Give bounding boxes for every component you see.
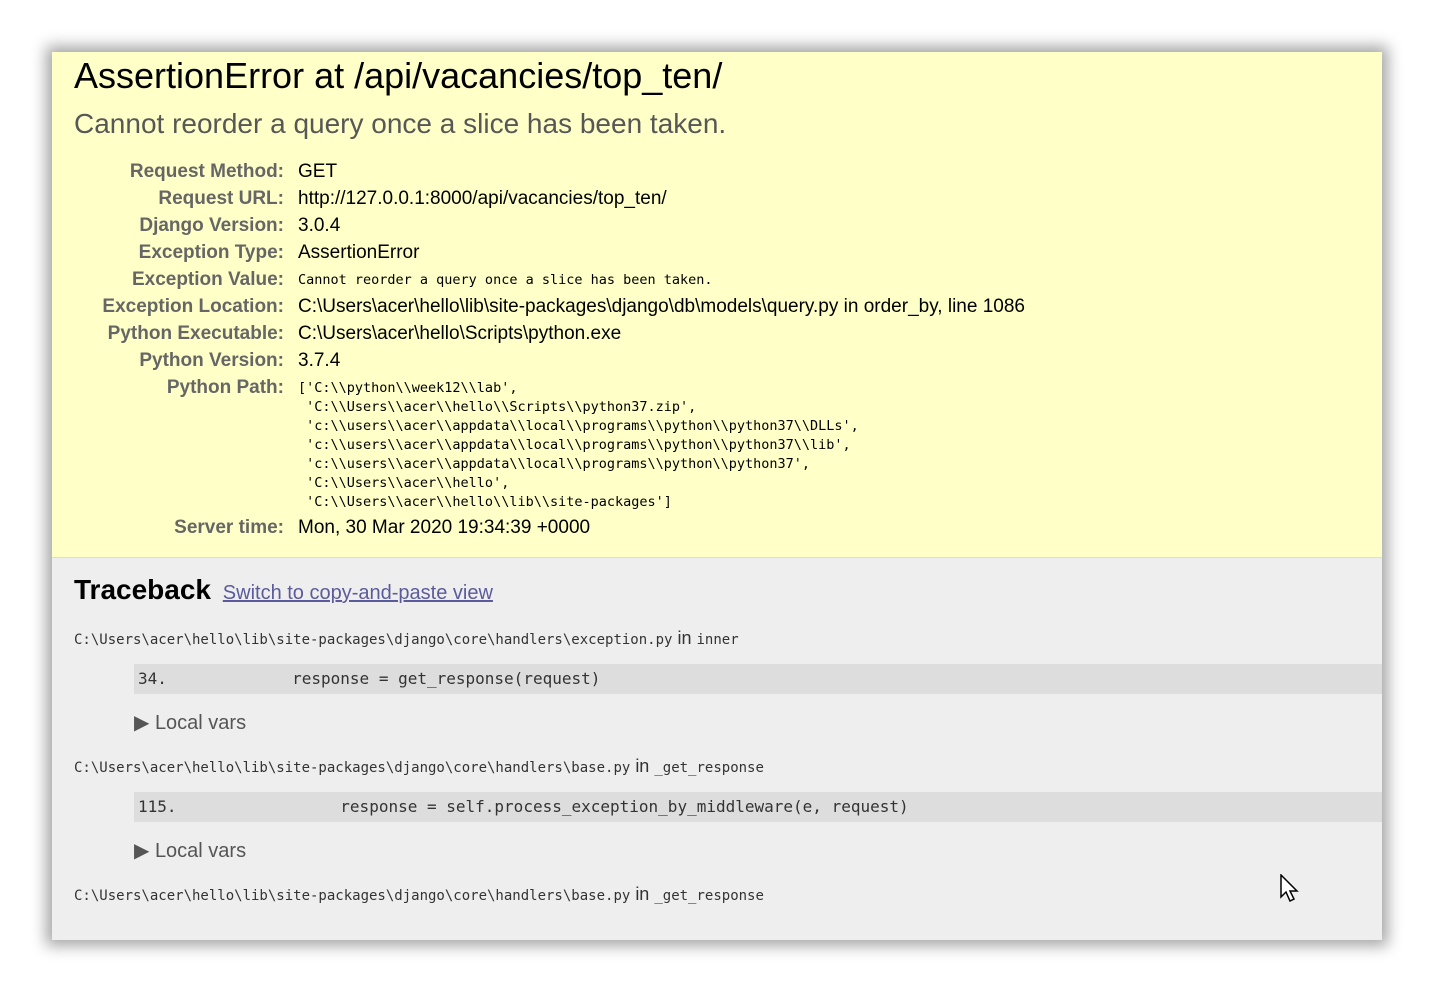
meta-label: Request URL: xyxy=(158,188,284,209)
request-meta-table: Request Method: GET Request URL: http://… xyxy=(74,160,1025,543)
traceback-title: Traceback xyxy=(74,574,211,605)
traceback-frame: C:\Users\acer\hello\lib\site-packages\dj… xyxy=(74,756,1382,866)
frame-function: _get_response xyxy=(654,760,764,776)
meta-value: C:\Users\acer\hello\Scripts\python.exe xyxy=(298,323,622,344)
meta-label: Server time: xyxy=(174,517,284,538)
error-summary: AssertionError at /api/vacancies/top_ten… xyxy=(52,52,1382,558)
frame-function: _get_response xyxy=(654,888,764,904)
meta-value: ['C:\\python\\week12\\lab', 'C:\\Users\\… xyxy=(298,376,1025,516)
meta-row-request-method: Request Method: GET xyxy=(74,160,1025,187)
meta-label: Exception Value: xyxy=(131,269,284,290)
meta-value: http://127.0.0.1:8000/api/vacancies/top_… xyxy=(298,188,667,209)
meta-label: Exception Type: xyxy=(138,242,284,263)
meta-row-request-url: Request URL: http://127.0.0.1:8000/api/v… xyxy=(74,187,1025,214)
meta-value: Cannot reorder a query once a slice has … xyxy=(298,268,1025,295)
meta-value: GET xyxy=(298,161,338,182)
python-path-text: ['C:\\python\\week12\\lab', 'C:\\Users\\… xyxy=(298,380,859,510)
traceback-section: Traceback Switch to copy-and-paste view … xyxy=(52,558,1382,908)
browser-viewport: AssertionError at /api/vacancies/top_ten… xyxy=(52,52,1382,940)
frame-function: inner xyxy=(696,632,739,648)
meta-value: 3.0.4 xyxy=(298,215,341,236)
local-vars-toggle[interactable]: ▶ Local vars xyxy=(134,708,1382,738)
meta-row-python-version: Python Version: 3.7.4 xyxy=(74,349,1025,376)
frame-in-word: in xyxy=(635,884,650,904)
frame-context-line[interactable]: 115. response = self.process_exception_b… xyxy=(134,792,1382,822)
switch-copy-paste-link[interactable]: Switch to copy-and-paste view xyxy=(223,582,493,604)
meta-label: Exception Location: xyxy=(102,296,284,317)
frame-context-line[interactable]: 34. response = get_response(request) xyxy=(134,664,1382,694)
meta-value: C:\Users\acer\hello\lib\site-packages\dj… xyxy=(298,296,1025,317)
meta-row-exception-type: Exception Type: AssertionError xyxy=(74,241,1025,268)
frame-in-word: in xyxy=(677,628,692,648)
meta-label: Python Path: xyxy=(166,377,284,398)
error-title: AssertionError at /api/vacancies/top_ten… xyxy=(74,55,723,96)
meta-row-python-path: Python Path: ['C:\\python\\week12\\lab',… xyxy=(74,376,1025,516)
meta-value: 3.7.4 xyxy=(298,350,341,371)
exception-value-text: Cannot reorder a query once a slice has … xyxy=(298,272,713,288)
frame-file: C:\Users\acer\hello\lib\site-packages\dj… xyxy=(74,628,1382,652)
frame-in-word: in xyxy=(635,756,650,776)
mouse-pointer-icon xyxy=(1280,873,1302,909)
frame-path: C:\Users\acer\hello\lib\site-packages\dj… xyxy=(74,760,631,776)
meta-row-django-version: Django Version: 3.0.4 xyxy=(74,214,1025,241)
meta-value: AssertionError xyxy=(298,242,420,263)
frame-file: C:\Users\acer\hello\lib\site-packages\dj… xyxy=(74,756,1382,780)
traceback-frame: C:\Users\acer\hello\lib\site-packages\dj… xyxy=(74,628,1382,738)
traceback-frame: C:\Users\acer\hello\lib\site-packages\dj… xyxy=(74,884,1382,908)
frame-path: C:\Users\acer\hello\lib\site-packages\dj… xyxy=(74,888,631,904)
meta-row-exception-location: Exception Location: C:\Users\acer\hello\… xyxy=(74,295,1025,322)
meta-label: Python Version: xyxy=(139,350,284,371)
frame-file: C:\Users\acer\hello\lib\site-packages\dj… xyxy=(74,884,1382,908)
frame-path: C:\Users\acer\hello\lib\site-packages\dj… xyxy=(74,632,673,648)
local-vars-toggle[interactable]: ▶ Local vars xyxy=(134,836,1382,866)
meta-label: Request Method: xyxy=(129,161,284,182)
meta-label: Django Version: xyxy=(139,215,284,236)
meta-row-python-executable: Python Executable: C:\Users\acer\hello\S… xyxy=(74,322,1025,349)
meta-value: Mon, 30 Mar 2020 19:34:39 +0000 xyxy=(298,517,591,538)
traceback-heading: Traceback Switch to copy-and-paste view xyxy=(74,574,1382,606)
meta-label: Python Executable: xyxy=(107,323,284,344)
meta-row-exception-value: Exception Value: Cannot reorder a query … xyxy=(74,268,1025,295)
meta-row-server-time: Server time: Mon, 30 Mar 2020 19:34:39 +… xyxy=(74,516,1025,543)
error-message: Cannot reorder a query once a slice has … xyxy=(74,108,727,139)
